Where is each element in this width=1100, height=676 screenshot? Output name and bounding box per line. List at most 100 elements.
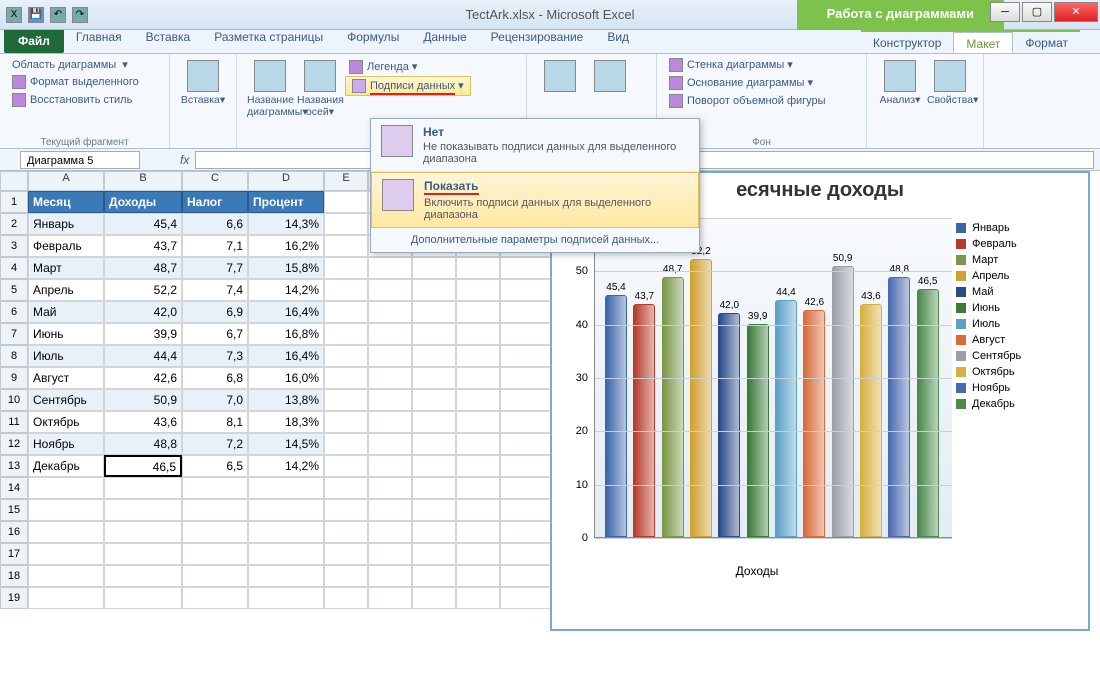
cell[interactable]: 44,4	[104, 345, 182, 367]
cell[interactable]: 43,7	[104, 235, 182, 257]
row-header-1[interactable]: 1	[0, 191, 28, 213]
legend-item-Май[interactable]: Май	[956, 286, 1068, 298]
cell[interactable]	[412, 323, 456, 345]
cell[interactable]	[456, 477, 500, 499]
cell[interactable]: Апрель	[28, 279, 104, 301]
bar-Апрель[interactable]	[690, 259, 712, 537]
undo-icon[interactable]: ↶	[50, 7, 66, 23]
redo-icon[interactable]: ↷	[72, 7, 88, 23]
properties-button[interactable]: Свойства▾	[925, 56, 975, 110]
col-header-A[interactable]: A	[28, 171, 104, 191]
cell[interactable]: 8,1	[182, 411, 248, 433]
cell[interactable]: Февраль	[28, 235, 104, 257]
cell[interactable]: 43,6	[104, 411, 182, 433]
col-header-B[interactable]: B	[104, 171, 182, 191]
cell[interactable]	[412, 367, 456, 389]
row-header-18[interactable]: 18	[0, 565, 28, 587]
cell[interactable]	[104, 521, 182, 543]
context-tab-Формат[interactable]: Формат	[1013, 32, 1080, 53]
cell[interactable]	[324, 543, 368, 565]
close-button[interactable]: ✕	[1054, 2, 1098, 22]
cell[interactable]	[368, 367, 412, 389]
cell[interactable]	[248, 477, 324, 499]
legend-item-Декабрь[interactable]: Декабрь	[956, 398, 1068, 410]
cell[interactable]	[368, 323, 412, 345]
cell[interactable]	[28, 565, 104, 587]
cell[interactable]	[28, 543, 104, 565]
row-header-2[interactable]: 2	[0, 213, 28, 235]
row-header-14[interactable]: 14	[0, 477, 28, 499]
cell[interactable]: 14,3%	[248, 213, 324, 235]
cell[interactable]	[412, 543, 456, 565]
cell[interactable]: Март	[28, 257, 104, 279]
cell[interactable]: 45,4	[104, 213, 182, 235]
cell[interactable]	[456, 521, 500, 543]
cell[interactable]: 42,6	[104, 367, 182, 389]
context-tab-Макет[interactable]: Макет	[953, 32, 1013, 53]
cell[interactable]: 6,5	[182, 455, 248, 477]
cell[interactable]: 39,9	[104, 323, 182, 345]
bar-Март[interactable]	[662, 277, 684, 537]
cell[interactable]	[248, 565, 324, 587]
cell[interactable]	[182, 521, 248, 543]
data-labels-button[interactable]: Подписи данных ▾	[345, 76, 471, 96]
bar-Октябрь[interactable]	[860, 304, 882, 537]
cell[interactable]: 6,7	[182, 323, 248, 345]
row-header-10[interactable]: 10	[0, 389, 28, 411]
dropdown-option-show[interactable]: ПоказатьВключить подписи данных для выде…	[371, 172, 699, 228]
save-icon[interactable]: 💾	[28, 7, 44, 23]
chart-title-button[interactable]: Название диаграммы▾	[245, 56, 295, 122]
cell[interactable]	[412, 279, 456, 301]
cell[interactable]: Октябрь	[28, 411, 104, 433]
cell[interactable]	[324, 367, 368, 389]
cell[interactable]: Месяц	[28, 191, 104, 213]
cell[interactable]: 46,5	[104, 455, 182, 477]
cell[interactable]	[412, 433, 456, 455]
cell[interactable]	[368, 345, 412, 367]
cell[interactable]	[456, 345, 500, 367]
cell[interactable]: 6,8	[182, 367, 248, 389]
cell[interactable]	[456, 433, 500, 455]
cell[interactable]: Процент	[248, 191, 324, 213]
cell[interactable]	[324, 477, 368, 499]
cell[interactable]	[182, 499, 248, 521]
cell[interactable]	[368, 389, 412, 411]
row-header-15[interactable]: 15	[0, 499, 28, 521]
cell[interactable]	[456, 257, 500, 279]
cell[interactable]	[324, 389, 368, 411]
cell[interactable]	[182, 477, 248, 499]
cell[interactable]	[412, 455, 456, 477]
cell[interactable]	[368, 301, 412, 323]
cell[interactable]	[456, 565, 500, 587]
cell[interactable]	[324, 191, 368, 213]
cell[interactable]: Ноябрь	[28, 433, 104, 455]
bar-Декабрь[interactable]	[917, 289, 939, 537]
cell[interactable]	[368, 521, 412, 543]
cell[interactable]	[182, 565, 248, 587]
cell[interactable]	[324, 565, 368, 587]
legend-item-Февраль[interactable]: Февраль	[956, 238, 1068, 250]
minimize-button[interactable]: ─	[990, 2, 1020, 22]
cell[interactable]: 7,7	[182, 257, 248, 279]
row-header-16[interactable]: 16	[0, 521, 28, 543]
cell[interactable]	[324, 279, 368, 301]
cell[interactable]	[456, 389, 500, 411]
cell[interactable]	[412, 257, 456, 279]
cell[interactable]	[456, 411, 500, 433]
row-header-17[interactable]: 17	[0, 543, 28, 565]
legend-item-Июнь[interactable]: Июнь	[956, 302, 1068, 314]
cell[interactable]: 48,7	[104, 257, 182, 279]
row-header-12[interactable]: 12	[0, 433, 28, 455]
cell[interactable]	[324, 301, 368, 323]
cell[interactable]	[324, 411, 368, 433]
row-header-4[interactable]: 4	[0, 257, 28, 279]
cell[interactable]	[104, 565, 182, 587]
cell[interactable]	[368, 279, 412, 301]
cell[interactable]: 16,0%	[248, 367, 324, 389]
bar-Сентябрь[interactable]	[832, 266, 854, 537]
cell[interactable]	[456, 323, 500, 345]
cell[interactable]: Декабрь	[28, 455, 104, 477]
cell[interactable]: 15,8%	[248, 257, 324, 279]
rotate-3d-button[interactable]: Поворот объемной фигуры	[665, 92, 858, 110]
row-header-9[interactable]: 9	[0, 367, 28, 389]
